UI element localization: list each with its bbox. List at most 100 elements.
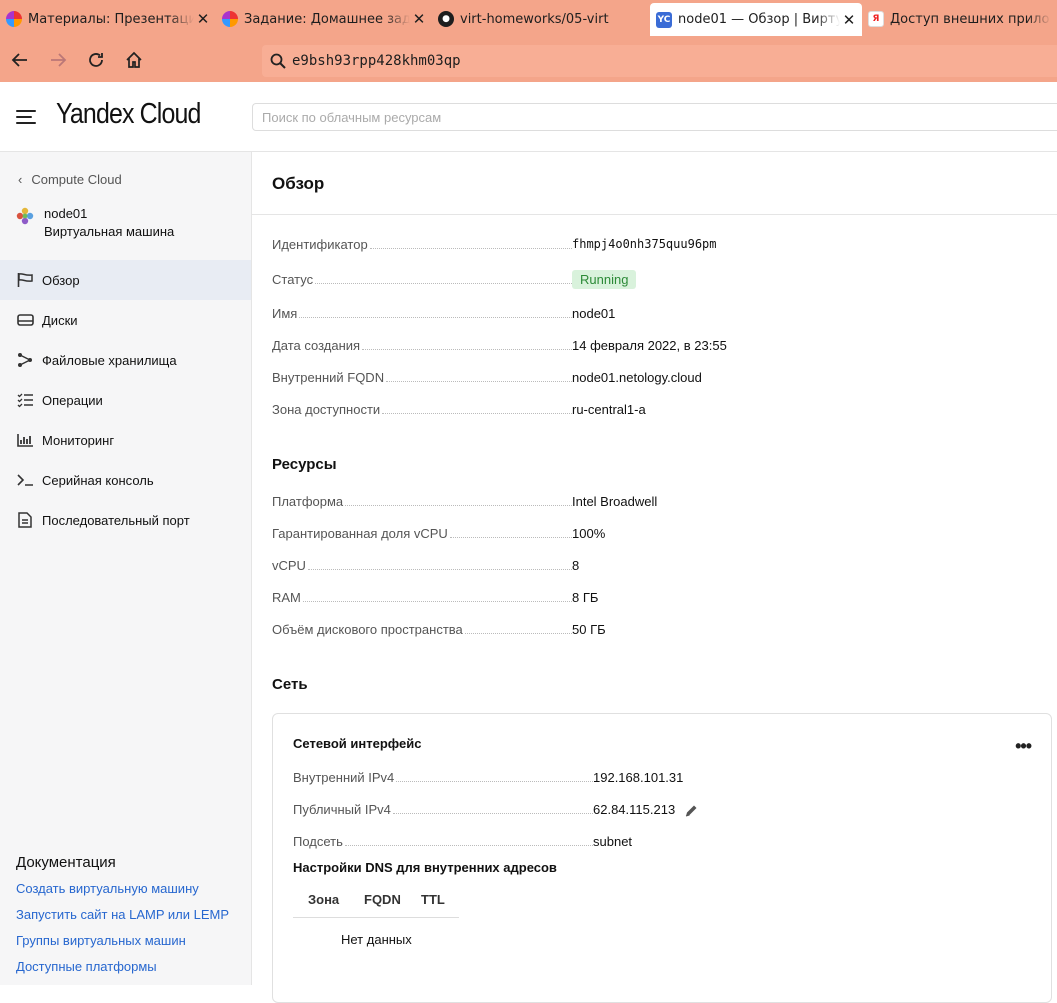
doc-link-vm-groups[interactable]: Группы виртуальных машин — [16, 933, 236, 949]
sidebar-item-label: Серийная консоль — [42, 472, 154, 488]
network-interface-card: Сетевой интерфейс ••• Внутренний IPv4 19… — [272, 713, 1052, 1003]
monitoring-chart-icon — [16, 431, 34, 449]
doc-link-platforms[interactable]: Доступные платформы — [16, 959, 236, 975]
yandex-cloud-logo[interactable]: Yandex Cloud — [56, 98, 201, 131]
field-label: Платформа — [272, 494, 346, 509]
resources-row-platform: Платформа Intel Broadwell — [272, 492, 1032, 512]
overview-row-created: Дата создания 14 февраля 2022, в 23:55 — [272, 336, 1032, 356]
overview-row-status: Статус Running — [272, 270, 1032, 290]
network-interface-title: Сетевой интерфейс — [293, 736, 422, 751]
subnet-link[interactable]: subnet — [593, 834, 632, 849]
flag-icon — [16, 271, 34, 289]
browser-tab-2[interactable]: Задание: Домашнее зад ✕ — [216, 0, 432, 38]
document-icon — [16, 511, 34, 529]
sidebar-item-label: Мониторинг — [42, 432, 115, 448]
field-label: Объём дискового пространства — [272, 622, 465, 637]
tab-label: Задание: Домашнее зад — [244, 11, 410, 27]
close-icon[interactable]: ✕ — [196, 10, 210, 28]
sidebar-item-overview[interactable]: Обзор — [0, 260, 251, 300]
back-label: Compute Cloud — [31, 172, 122, 187]
multicolor-app-icon — [6, 11, 22, 27]
field-label: Внутренний IPv4 — [293, 770, 397, 785]
field-label: Идентификатор — [272, 237, 370, 252]
field-label: RAM — [272, 590, 303, 605]
sidebar-item-disks[interactable]: Диски — [0, 300, 251, 340]
reload-button[interactable] — [78, 42, 114, 78]
resources-row-vcpu-share: Гарантированная доля vCPU 100% — [272, 524, 1032, 544]
resources-row-vcpu: vCPU 8 — [272, 556, 1032, 576]
home-icon — [126, 51, 142, 68]
sidebar-item-serial-console[interactable]: Серийная консоль — [0, 460, 251, 500]
reload-icon — [89, 53, 103, 67]
compute-service-icon — [16, 207, 34, 225]
documentation-title: Документация — [16, 854, 116, 871]
search-icon — [270, 53, 286, 69]
field-label: Подсеть — [293, 834, 345, 849]
sidebar-item-monitoring[interactable]: Мониторинг — [0, 420, 251, 460]
browser-tab-5[interactable]: Я Доступ внешних прило — [862, 0, 1057, 38]
back-to-compute-cloud-link[interactable]: ‹ Compute Cloud — [18, 172, 122, 187]
home-button[interactable] — [116, 42, 152, 78]
browser-tab-active[interactable]: YC node01 — Обзор | Вирту ✕ — [650, 3, 862, 36]
pencil-icon[interactable] — [684, 804, 698, 818]
url-text: e9bsh93rpp428khm03qp — [292, 53, 461, 69]
internal-ipv4: 192.168.101.31 — [593, 770, 684, 785]
browser-tab-1[interactable]: Материалы: Презентаци ✕ — [0, 0, 216, 38]
resources-title: Ресурсы — [272, 456, 337, 473]
field-label: Гарантированная доля vCPU — [272, 526, 450, 541]
field-label: Дата создания — [272, 338, 363, 353]
network-row-public-ip: Публичный IPv4 62.84.115.213 — [293, 800, 853, 820]
browser-tab-bar: Материалы: Презентаци ✕ Задание: Домашне… — [0, 0, 1057, 38]
sidebar-item-file-storages[interactable]: Файловые хранилища — [0, 340, 251, 380]
public-ipv4: 62.84.115.213 — [593, 802, 676, 817]
tab-label: Материалы: Презентаци — [28, 11, 194, 27]
network-title: Сеть — [272, 676, 308, 693]
overview-row-name: Имя node01 — [272, 304, 1032, 324]
operations-list-icon — [16, 391, 34, 409]
column-header-zone: Зона — [308, 892, 340, 907]
sidebar-item-operations[interactable]: Операции — [0, 380, 251, 420]
dns-table-header: Зона FQDN TTL — [293, 890, 459, 918]
sidebar-item-label: Диски — [42, 312, 78, 328]
field-value: 50 ГБ — [572, 622, 606, 637]
field-label: vCPU — [272, 558, 308, 573]
field-value: 100% — [572, 526, 606, 541]
network-row-subnet: Подсеть subnet — [293, 832, 853, 852]
page-title: Обзор — [272, 174, 325, 193]
network-row-internal-ip: Внутренний IPv4 192.168.101.31 — [293, 768, 853, 788]
dns-settings-title: Настройки DNS для внутренних адресов — [293, 860, 557, 875]
sidebar-item-label: Операции — [42, 392, 103, 408]
cloud-search-input[interactable]: Поиск по облачным ресурсам — [252, 103, 1057, 131]
close-icon[interactable]: ✕ — [842, 11, 856, 29]
yandex-cloud-icon: YC — [656, 11, 672, 28]
field-label: Статус — [272, 272, 316, 287]
file-storage-icon — [16, 351, 34, 369]
field-value: 8 ГБ — [572, 590, 599, 605]
browser-tab-3[interactable]: ● virt-homeworks/05-virt — [432, 0, 650, 38]
address-bar[interactable]: e9bsh93rpp428khm03qp — [262, 45, 1057, 77]
field-value: node01 — [572, 306, 616, 321]
tab-label: virt-homeworks/05-virt — [460, 11, 609, 27]
doc-link-create-vm[interactable]: Создать виртуальную машину — [16, 881, 236, 897]
tab-label: Доступ внешних прило — [890, 11, 1050, 27]
field-label: Внутренний FQDN — [272, 370, 387, 385]
doc-link-lamp-lemp[interactable]: Запустить сайт на LAMP или LEMP — [16, 907, 236, 923]
vm-identifier: fhmpj4o0nh375quu96pm — [572, 237, 717, 251]
close-icon[interactable]: ✕ — [412, 10, 426, 28]
forward-button[interactable] — [40, 42, 76, 78]
menu-icon[interactable] — [16, 110, 36, 124]
disk-icon — [16, 311, 34, 329]
field-label: Имя — [272, 306, 300, 321]
multicolor-app-icon — [222, 11, 238, 27]
arrow-left-icon — [11, 53, 27, 67]
terminal-icon — [16, 471, 34, 489]
overview-row-fqdn: Внутренний FQDN node01.netology.cloud — [272, 368, 1032, 388]
more-actions-icon[interactable]: ••• — [1015, 736, 1032, 757]
divider — [252, 214, 1057, 215]
field-label: Публичный IPv4 — [293, 802, 393, 817]
main-content: Обзор Идентификатор fhmpj4o0nh375quu96pm… — [252, 152, 1057, 1003]
sidebar-item-serial-port[interactable]: Последовательный порт — [0, 500, 251, 540]
field-value: 14 февраля 2022, в 23:55 — [572, 338, 727, 353]
dns-empty-state: Нет данных — [341, 932, 412, 947]
back-button[interactable] — [2, 42, 38, 78]
